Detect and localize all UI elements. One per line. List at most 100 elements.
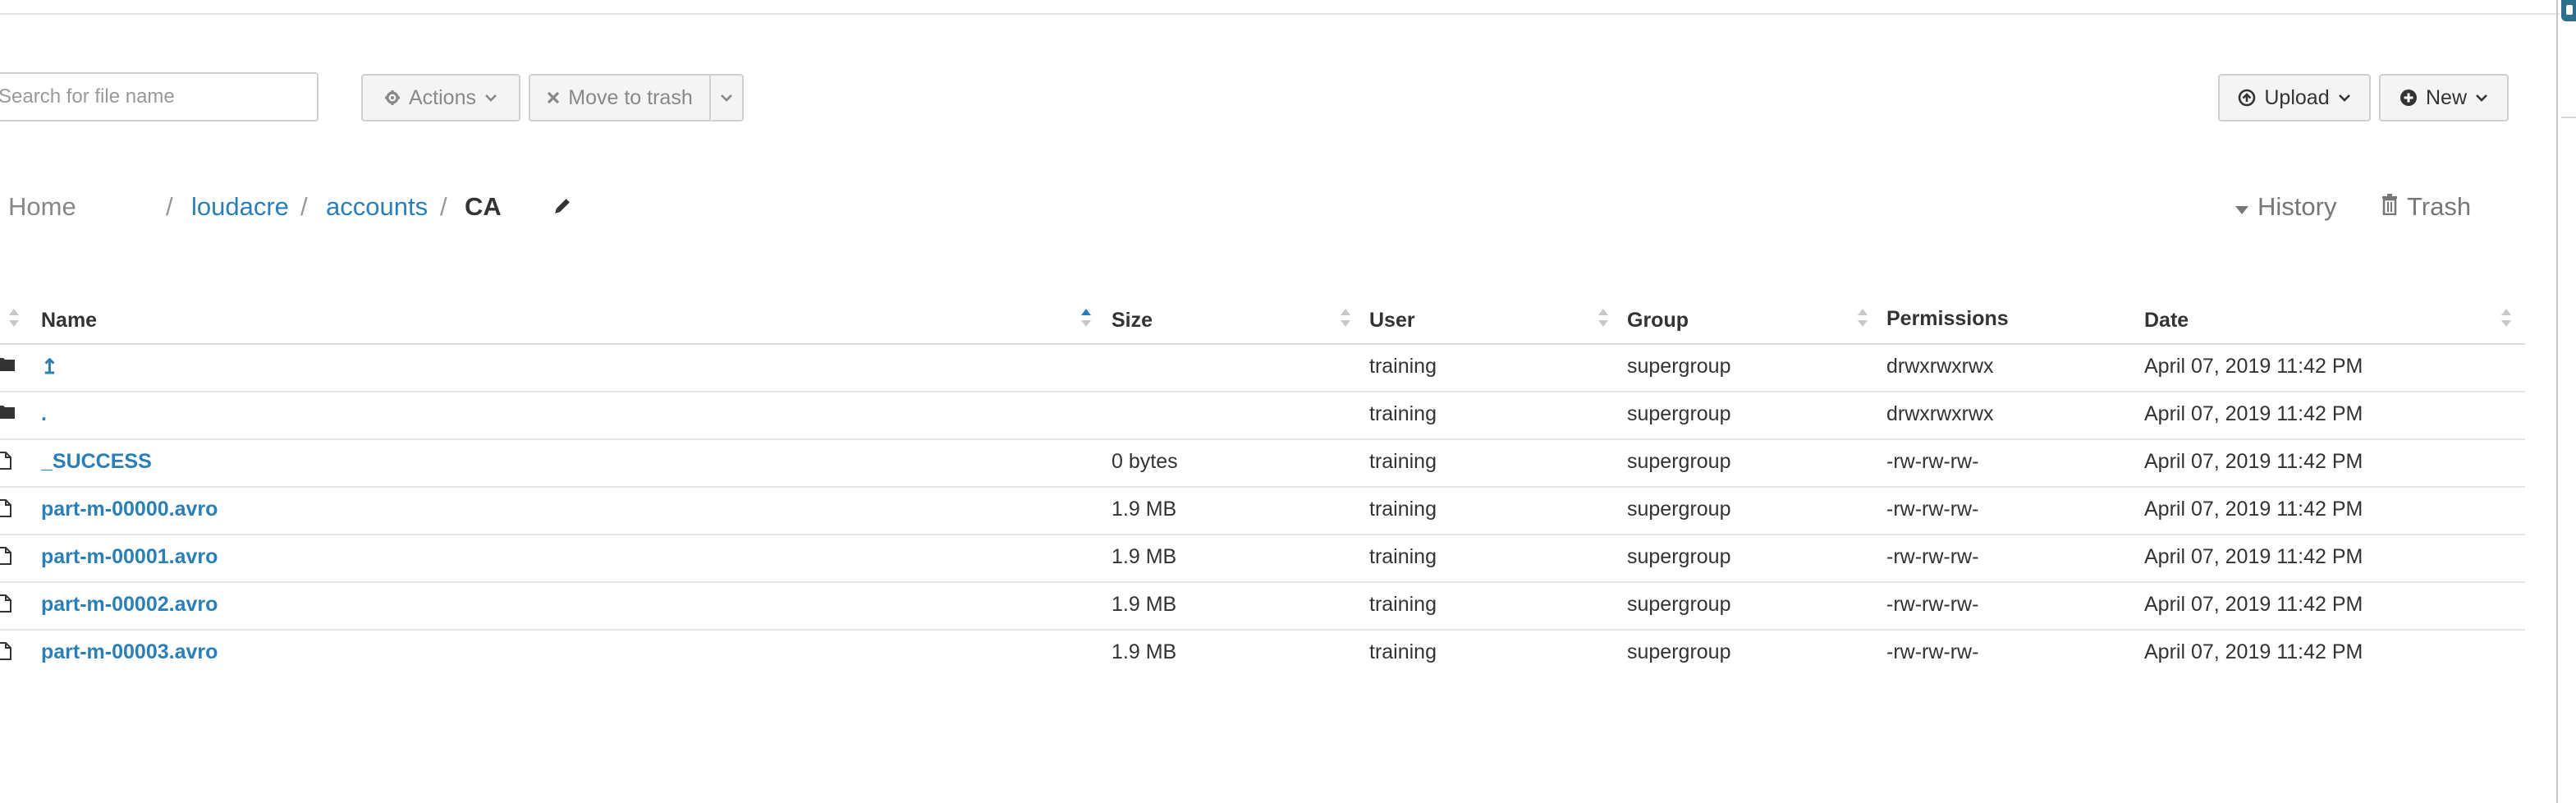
actions-label: Actions: [409, 85, 476, 109]
row-group: supergroup: [1627, 498, 1731, 521]
row-group: supergroup: [1627, 402, 1731, 425]
row-name[interactable]: ↥: [41, 355, 58, 379]
history-label: History: [2257, 192, 2337, 221]
row-size: 1.9 MB: [1112, 640, 1177, 663]
row-date: April 07, 2019 11:42 PM: [2144, 402, 2363, 425]
trash-label: Trash: [2407, 192, 2472, 221]
table-row[interactable]: _SUCCESS 0 bytes training supergroup -rw…: [0, 438, 2525, 488]
row-size: 0 bytes: [1112, 450, 1178, 473]
new-button[interactable]: New: [2379, 74, 2509, 122]
table-row[interactable]: ↥ training supergroup drwxrwxrwx April 0…: [0, 343, 2525, 392]
sort-icon[interactable]: [1857, 305, 1868, 334]
table-header: Name Size User Group Permissions Date: [0, 297, 2525, 345]
sort-icon[interactable]: [2500, 305, 2512, 334]
new-label: New: [2425, 85, 2467, 109]
row-permissions: -rw-rw-rw-: [1886, 640, 1979, 663]
history-link[interactable]: History: [2235, 192, 2336, 222]
top-bar: [0, 0, 2560, 15]
row-name[interactable]: part-m-00003.avro: [41, 640, 218, 664]
actions-button[interactable]: Actions: [361, 74, 520, 122]
file-icon: [0, 642, 11, 664]
trash-icon: [2381, 192, 2399, 222]
column-date[interactable]: Date: [2144, 309, 2189, 333]
pencil-icon[interactable]: [552, 197, 571, 221]
chevron-down-icon: [484, 93, 497, 103]
column-user[interactable]: User: [1369, 309, 1415, 333]
breadcrumb-current: CA: [465, 192, 502, 221]
row-user: training: [1369, 640, 1437, 663]
file-icon: [0, 547, 11, 569]
move-to-trash-dropdown[interactable]: [709, 74, 744, 122]
trash-link[interactable]: Trash: [2381, 192, 2471, 222]
file-icon: [0, 594, 11, 617]
row-name[interactable]: _SUCCESS: [41, 450, 152, 474]
row-size: 1.9 MB: [1112, 593, 1177, 616]
table-row[interactable]: part-m-00003.avro 1.9 MB training superg…: [0, 629, 2525, 677]
row-name[interactable]: part-m-00001.avro: [41, 545, 218, 569]
row-date: April 07, 2019 11:42 PM: [2144, 450, 2363, 473]
folder-icon: [0, 404, 15, 423]
row-name[interactable]: part-m-00000.avro: [41, 498, 218, 521]
move-to-trash-label: Move to trash: [568, 85, 693, 109]
row-permissions: -rw-rw-rw-: [1886, 498, 1979, 521]
folder-icon: [0, 356, 15, 375]
row-group: supergroup: [1627, 640, 1731, 663]
row-date: April 07, 2019 11:42 PM: [2144, 593, 2363, 616]
chevron-down-icon: [2338, 93, 2351, 103]
gear-icon: [384, 89, 401, 106]
row-name[interactable]: part-m-00002.avro: [41, 593, 218, 617]
side-panel-toggle[interactable]: [2561, 0, 2576, 21]
breadcrumb-separator: /: [166, 192, 173, 221]
row-date: April 07, 2019 11:42 PM: [2144, 545, 2363, 568]
file-icon: [0, 499, 11, 521]
sort-icon[interactable]: [8, 305, 20, 334]
plus-circle-icon: [2400, 89, 2418, 107]
chevron-down-icon: [2475, 93, 2488, 103]
row-date: April 07, 2019 11:42 PM: [2144, 640, 2363, 663]
row-date: April 07, 2019 11:42 PM: [2144, 355, 2363, 378]
row-user: training: [1369, 402, 1437, 425]
table-row[interactable]: . training supergroup drwxrwxrwx April 0…: [0, 391, 2525, 440]
row-group: supergroup: [1627, 545, 1731, 568]
row-size: 1.9 MB: [1112, 545, 1177, 568]
breadcrumb-home[interactable]: Home: [8, 192, 76, 222]
file-icon: [0, 452, 11, 474]
row-group: supergroup: [1627, 355, 1731, 378]
row-size: 1.9 MB: [1112, 498, 1177, 521]
breadcrumb-separator: /: [300, 192, 308, 221]
search-input[interactable]: [0, 72, 319, 122]
caret-down-icon: [2235, 192, 2249, 222]
row-user: training: [1369, 450, 1437, 473]
sort-icon[interactable]: [1597, 305, 1609, 334]
row-group: supergroup: [1627, 450, 1731, 473]
column-permissions[interactable]: Permissions: [1886, 307, 2009, 331]
row-group: supergroup: [1627, 593, 1731, 616]
row-permissions: drwxrwxrwx: [1886, 402, 1994, 425]
times-icon: [547, 91, 560, 104]
row-permissions: -rw-rw-rw-: [1886, 545, 1979, 568]
breadcrumb-loudacre[interactable]: loudacre: [191, 192, 289, 222]
row-user: training: [1369, 593, 1437, 616]
upload-label: Upload: [2264, 85, 2330, 109]
table-row[interactable]: part-m-00000.avro 1.9 MB training superg…: [0, 486, 2525, 535]
table-row[interactable]: part-m-00001.avro 1.9 MB training superg…: [0, 534, 2525, 583]
right-divider: [2556, 0, 2558, 803]
row-permissions: -rw-rw-rw-: [1886, 593, 1979, 616]
breadcrumb-separator: /: [440, 192, 447, 221]
column-size[interactable]: Size: [1112, 309, 1153, 333]
column-name[interactable]: Name: [41, 309, 97, 333]
row-permissions: -rw-rw-rw-: [1886, 450, 1979, 473]
sort-icon[interactable]: [1080, 305, 1092, 334]
move-to-trash-button[interactable]: Move to trash: [529, 74, 711, 122]
breadcrumb-accounts[interactable]: accounts: [326, 192, 428, 222]
row-user: training: [1369, 545, 1437, 568]
upload-button[interactable]: Upload: [2218, 74, 2371, 122]
side-panel-divider: [2561, 117, 2576, 118]
row-permissions: drwxrwxrwx: [1886, 355, 1994, 378]
upload-circle-icon: [2238, 89, 2256, 107]
table-row[interactable]: part-m-00002.avro 1.9 MB training superg…: [0, 581, 2525, 631]
chevron-down-icon: [720, 93, 733, 103]
column-group[interactable]: Group: [1627, 309, 1689, 333]
sort-icon[interactable]: [1340, 305, 1351, 334]
row-name[interactable]: .: [41, 402, 47, 426]
